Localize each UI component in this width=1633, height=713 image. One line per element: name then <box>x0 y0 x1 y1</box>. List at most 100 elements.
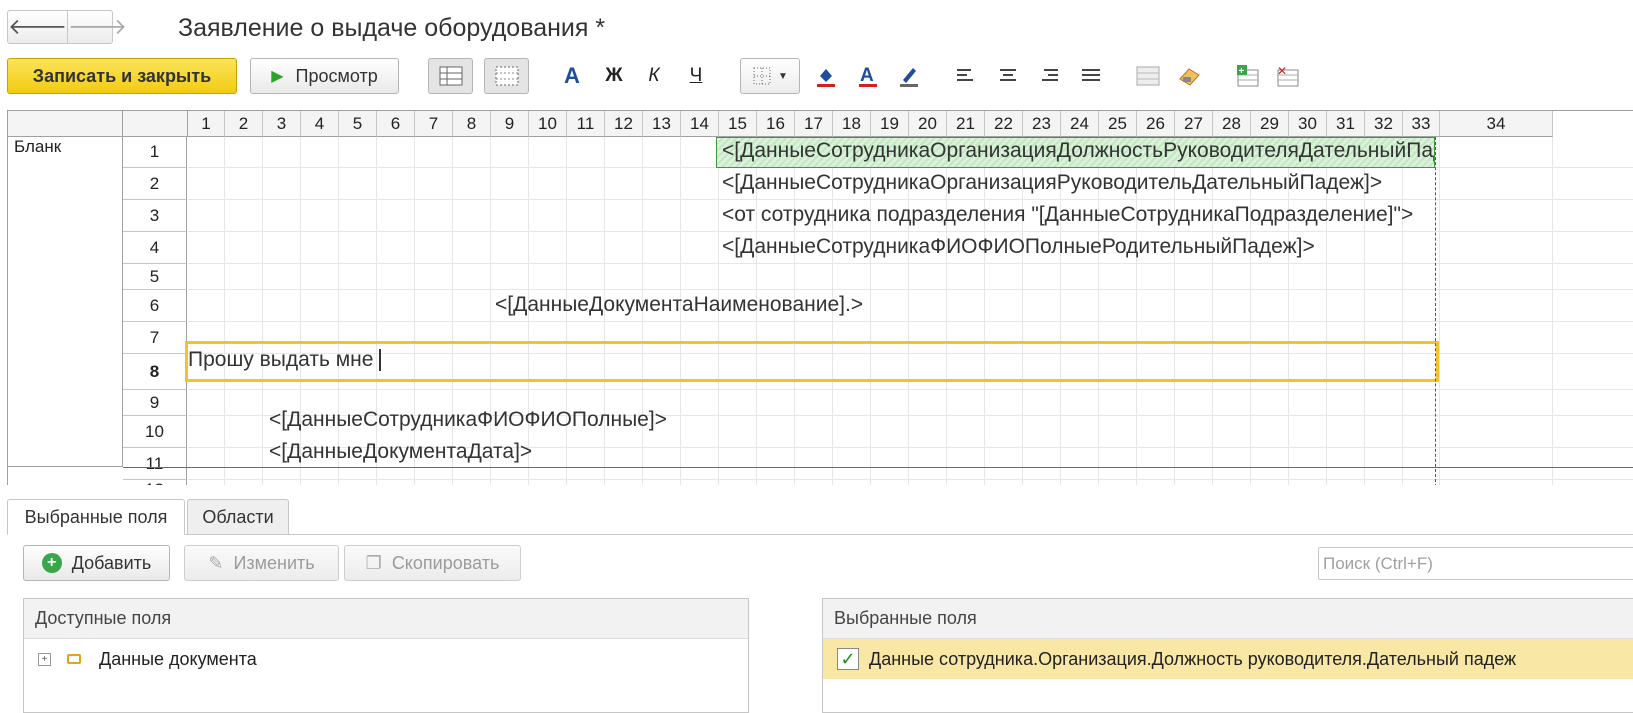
grid-column-line <box>376 137 377 485</box>
column-header-29[interactable]: 29 <box>1251 111 1289 137</box>
bold-button[interactable]: Ж <box>598 58 630 94</box>
column-header-21[interactable]: 21 <box>947 111 985 137</box>
delete-area-icon[interactable]: ✕ <box>1272 58 1304 94</box>
tab-areas[interactable]: Области <box>187 499 289 535</box>
column-header-7[interactable]: 7 <box>415 111 453 137</box>
column-header-4[interactable]: 4 <box>301 111 339 137</box>
cell-properties-icon[interactable] <box>1174 58 1206 94</box>
italic-button[interactable]: К <box>638 58 670 94</box>
gridlines-toggle[interactable] <box>484 58 529 94</box>
column-header-3[interactable]: 3 <box>263 111 301 137</box>
grid-column-line <box>1552 137 1553 485</box>
copy-button[interactable]: ❐ Скопировать <box>344 545 521 581</box>
save-and-close-button[interactable]: Записать и закрыть <box>7 58 237 94</box>
cell-r4[interactable]: <[ДанныеСотрудникаФИОФИОПолныеРодительны… <box>722 235 1315 259</box>
underline-button[interactable]: Ч <box>680 58 712 94</box>
column-header-33[interactable]: 33 <box>1403 111 1440 137</box>
align-justify-icon[interactable] <box>1075 58 1107 94</box>
text-color-icon[interactable]: A <box>852 58 884 94</box>
row-header-6[interactable]: 6 <box>123 290 187 322</box>
search-input[interactable]: Поиск (Ctrl+F) <box>1318 547 1633 580</box>
font-icon[interactable]: A <box>556 58 588 94</box>
column-header-23[interactable]: 23 <box>1023 111 1061 137</box>
column-header-27[interactable]: 27 <box>1175 111 1213 137</box>
cell-r2[interactable]: <[ДанныеСотрудникаОрганизацияРуководител… <box>722 171 1434 195</box>
add-button[interactable]: + Добавить <box>23 545 170 581</box>
preview-button[interactable]: ▶ Просмотр <box>250 58 399 94</box>
column-header-8[interactable]: 8 <box>453 111 491 137</box>
align-right-icon[interactable] <box>1033 58 1065 94</box>
row-header-2[interactable]: 2 <box>123 168 187 200</box>
column-header-24[interactable]: 24 <box>1061 111 1099 137</box>
column-header-16[interactable]: 16 <box>757 111 795 137</box>
back-arrow-icon[interactable]: 🡐 <box>8 11 67 43</box>
column-header-1[interactable]: 1 <box>188 111 225 137</box>
column-header-12[interactable]: 12 <box>605 111 643 137</box>
column-header-26[interactable]: 26 <box>1137 111 1175 137</box>
row-header-11[interactable]: 11 <box>123 448 187 480</box>
row-header-10[interactable]: 10 <box>123 416 187 448</box>
column-header-13[interactable]: 13 <box>643 111 681 137</box>
column-header-22[interactable]: 22 <box>985 111 1023 137</box>
column-header-34[interactable]: 34 <box>1440 111 1553 137</box>
column-header-2[interactable]: 2 <box>225 111 263 137</box>
align-left-icon[interactable] <box>950 58 982 94</box>
add-area-icon[interactable]: + <box>1232 58 1264 94</box>
cell-r11[interactable]: <[ДанныеДокументаДата]> <box>269 440 532 464</box>
column-header-14[interactable]: 14 <box>681 111 719 137</box>
column-header-28[interactable]: 28 <box>1213 111 1251 137</box>
cell-r6[interactable]: <[ДанныеДокументаНаименование].> <box>495 293 863 317</box>
column-header-30[interactable]: 30 <box>1289 111 1327 137</box>
edit-button[interactable]: ✎ Изменить <box>184 545 339 581</box>
column-header-31[interactable]: 31 <box>1327 111 1365 137</box>
row-header-7[interactable]: 7 <box>123 322 187 354</box>
column-header-6[interactable]: 6 <box>377 111 415 137</box>
spreadsheet-editor[interactable]: 1 2 3 4 5 6 7 8 9 10 11 12 13 14 15 16 17 18 19 20 21 22 23 24 2… <box>7 110 1633 485</box>
row-header-1[interactable]: 1 <box>123 137 187 168</box>
forward-arrow-icon[interactable]: 🡒 <box>67 11 127 43</box>
row-header-12[interactable]: 12 <box>123 480 187 485</box>
column-header-32[interactable]: 32 <box>1365 111 1403 137</box>
checkbox[interactable]: ✓ <box>837 648 859 670</box>
page-boundary-vertical <box>1435 137 1436 485</box>
grid-column-line <box>414 137 415 485</box>
row-header-9[interactable]: 9 <box>123 390 187 416</box>
borders-dropdown[interactable]: ▼ <box>740 58 800 94</box>
column-header-18[interactable]: 18 <box>833 111 871 137</box>
copy-button-label: Скопировать <box>391 552 500 573</box>
selected-fields-panel: Выбранные поля ✓ Данные сотрудника.Орган… <box>822 598 1633 713</box>
grid-view-toggle[interactable] <box>428 58 473 94</box>
cell-r1[interactable]: <[ДанныеСотрудникаОрганизацияДолжностьРу… <box>722 139 1434 163</box>
column-header-9[interactable]: 9 <box>491 111 529 137</box>
column-header-10[interactable]: 10 <box>529 111 567 137</box>
expand-icon[interactable]: + <box>38 652 51 666</box>
highlight-pen-icon[interactable] <box>893 58 925 94</box>
tab-selected-fields[interactable]: Выбранные поля <box>7 499 185 535</box>
row-header-5[interactable]: 5 <box>123 264 187 290</box>
page-boundary-horizontal <box>123 467 1633 468</box>
row-header-8[interactable]: 8 <box>123 354 187 390</box>
column-header-19[interactable]: 19 <box>871 111 909 137</box>
fill-color-icon[interactable] <box>810 58 842 94</box>
row-header-3[interactable]: 3 <box>123 200 187 232</box>
page-title: Заявление о выдаче оборудования * <box>178 14 606 42</box>
text-caret <box>379 349 382 372</box>
selected-field-row[interactable]: ✓ Данные сотрудника.Организация.Должност… <box>823 639 1633 679</box>
column-header-15[interactable]: 15 <box>719 111 757 137</box>
row-header-4[interactable]: 4 <box>123 232 187 264</box>
merge-cells-icon[interactable] <box>1132 58 1164 94</box>
align-center-icon[interactable] <box>992 58 1024 94</box>
grid-column-line <box>452 137 453 485</box>
cell-r10[interactable]: <[ДанныеСотрудникаФИОФИОПолные]> <box>269 408 667 432</box>
grid-column-line <box>300 137 301 485</box>
cell-r3[interactable]: <от сотрудника подразделения "[ДанныеСот… <box>722 203 1434 227</box>
column-header-5[interactable]: 5 <box>339 111 377 137</box>
grid-column-line <box>224 137 225 485</box>
cell-r8[interactable]: Прошу выдать мне <box>188 348 382 372</box>
tree-item[interactable]: + Данные документа <box>24 639 748 679</box>
column-header-25[interactable]: 25 <box>1099 111 1137 137</box>
column-header-17[interactable]: 17 <box>795 111 833 137</box>
copy-icon: ❐ <box>365 552 382 573</box>
column-header-20[interactable]: 20 <box>909 111 947 137</box>
column-header-11[interactable]: 11 <box>567 111 605 137</box>
